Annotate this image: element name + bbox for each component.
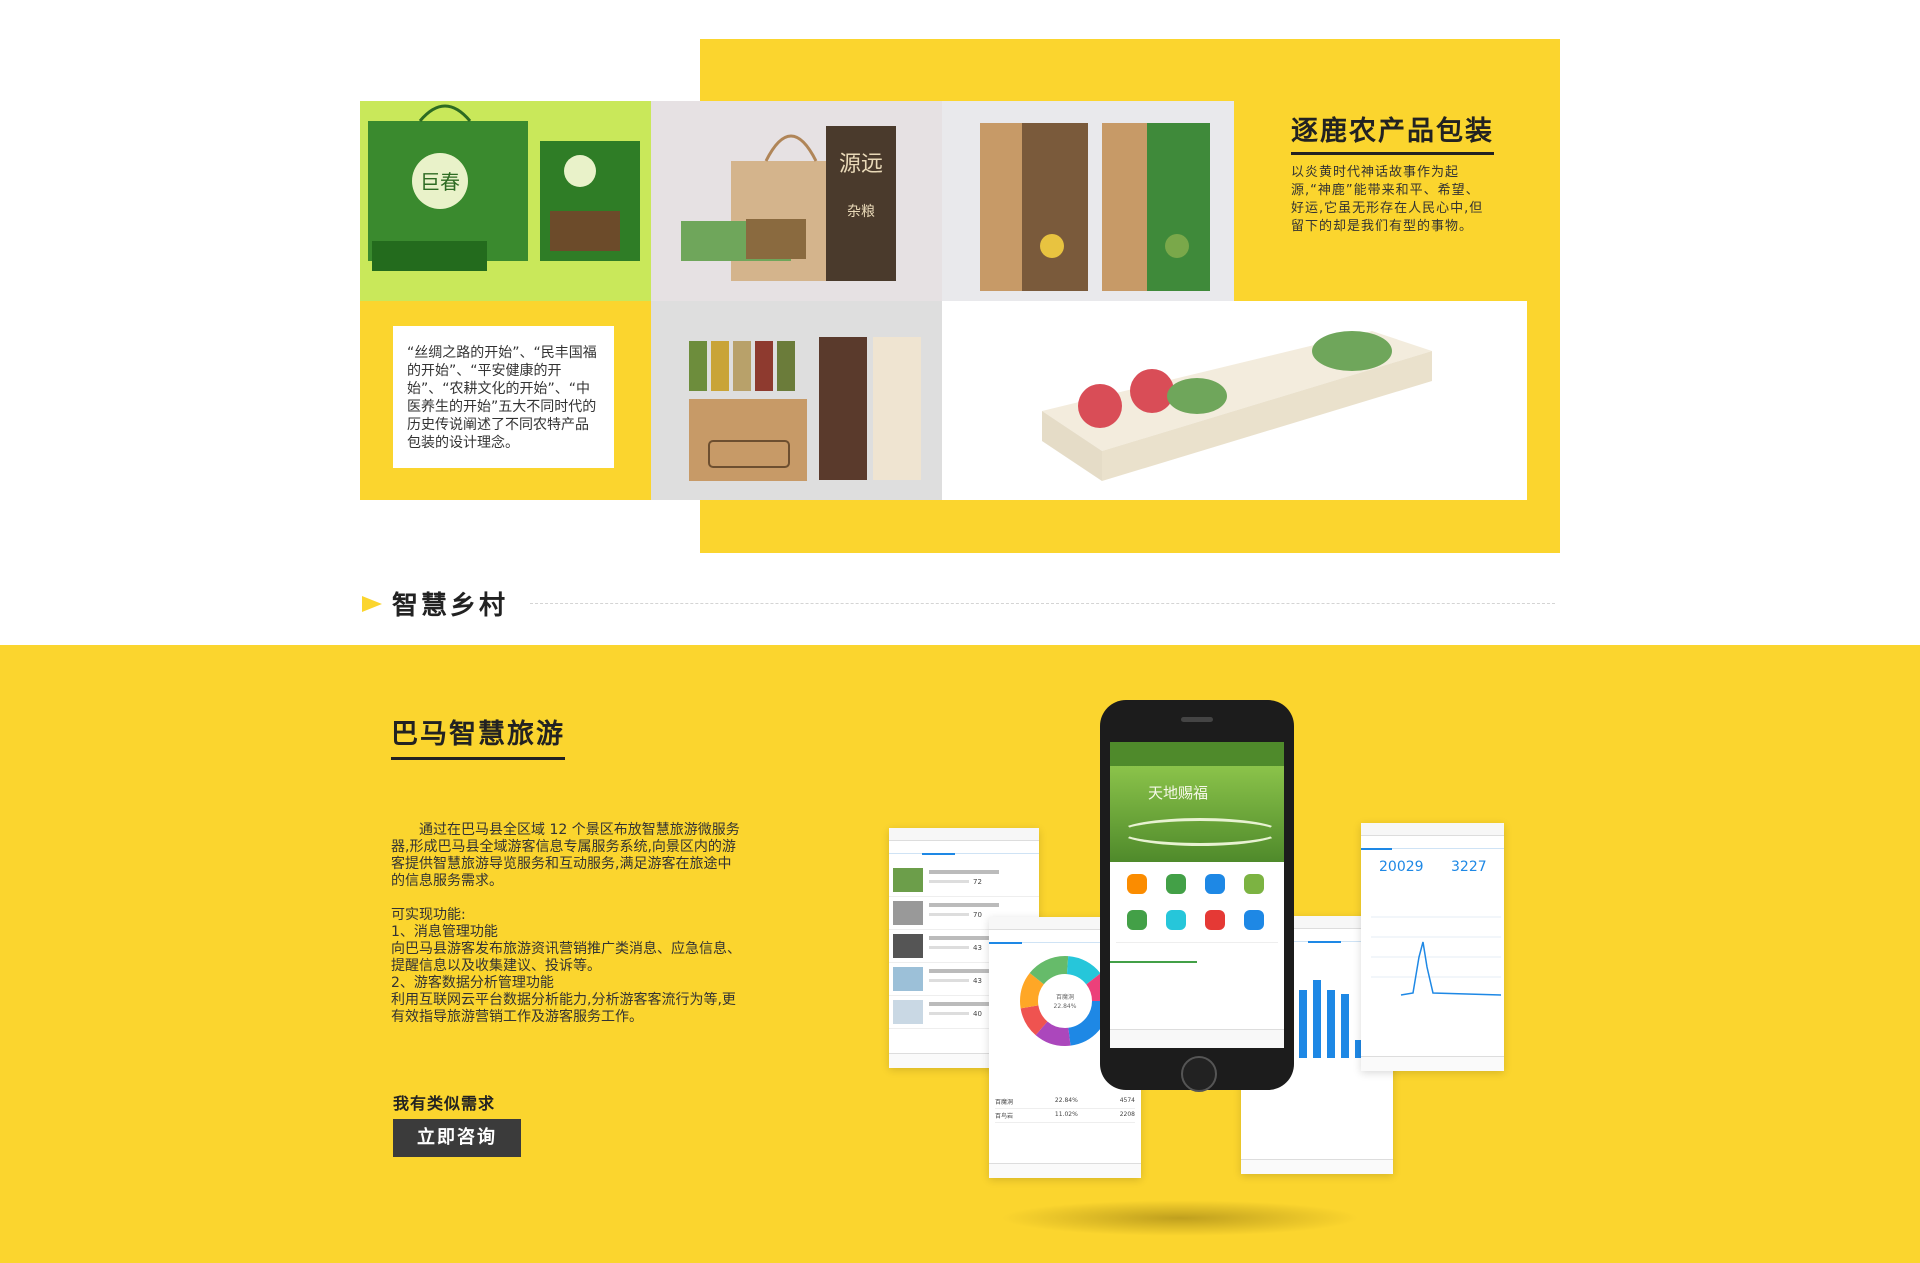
app-icon-grid	[1110, 862, 1284, 942]
app-gift-icon[interactable]	[1244, 874, 1264, 894]
features-heading: 可实现功能:	[391, 907, 466, 923]
box-brand-label-b: 源远	[839, 152, 883, 177]
app-banner-text: 天地赐福	[1148, 784, 1209, 802]
list-num-3: 43	[973, 944, 982, 952]
pie-row-name: 百魔洞	[995, 1099, 1014, 1106]
feature2-desc: 利用互联网云平台数据分析能力,分析游客客流行为等,更有效指导旅游营销工作及游客服…	[391, 992, 736, 1025]
pie-table-row: 百鸟岩 11.02% 2208	[995, 1109, 1135, 1123]
pie-row-name: 百鸟岩	[995, 1113, 1014, 1120]
pie-row-pct: 11.02%	[1054, 1111, 1078, 1118]
list-num-2: 70	[973, 911, 982, 919]
realtime-line-chart	[1371, 916, 1502, 996]
list-num-4: 43	[973, 977, 982, 985]
app-intro-icon[interactable]	[1127, 874, 1147, 894]
tourism-intro: 通过在巴马县全区域 12 个景区布放智慧旅游微服务器,形成巴马县全域游客信息专属…	[391, 822, 740, 889]
app-guide-icon[interactable]	[1166, 874, 1186, 894]
list-num-5: 40	[973, 1010, 982, 1018]
phone-home-button	[1181, 1056, 1217, 1092]
stat-realtime-value: 3227	[1451, 859, 1487, 875]
pie-row-count: 2208	[1119, 1111, 1135, 1118]
phone-speaker	[1181, 717, 1213, 722]
box-type-label: 杂粮	[847, 204, 875, 220]
donut-center-pct: 22.84%	[1054, 1003, 1077, 1010]
app-feedback-icon[interactable]	[1166, 910, 1186, 930]
donut-center-label: 百魔洞	[1056, 993, 1074, 1001]
packaging-photo-grain-packets	[651, 301, 942, 500]
phone-app-screen: 天地赐福	[1110, 742, 1284, 1048]
need-label: 我有类似需求	[393, 1094, 496, 1113]
section-title: 智慧乡村	[392, 591, 509, 621]
app-bottom-nav	[1110, 1029, 1284, 1048]
tourism-title: 巴马智慧旅游	[391, 712, 565, 760]
packaging-description: 以炎黄时代神话故事作为起源,“神鹿”能带来和平、希望、好运,它虽无形存在人民心中…	[1291, 165, 1484, 234]
tourism-description: 通过在巴马县全区域 12 个景区布放智慧旅游微服务器,形成巴马县全域游客信息专属…	[391, 822, 743, 1026]
design-concept-note: “丝绸之路的开始”、“民丰国福的开始”、“平安健康的开始”、“农耕文化的开始”、…	[393, 326, 614, 468]
feature1-title: 1、消息管理功能	[391, 924, 498, 940]
feature2-title: 2、游客数据分析管理功能	[391, 975, 554, 991]
feature1-desc: 向巴马县游客发布旅游资讯营销推广类消息、应急信息、提醒信息以及收集建议、投诉等。	[391, 941, 741, 974]
pie-row-pct: 22.84%	[1054, 1097, 1078, 1104]
app-tools-icon[interactable]	[1205, 874, 1225, 894]
section-arrow-icon	[362, 596, 382, 612]
consult-button[interactable]: 立即咨询	[393, 1119, 521, 1157]
stat-today-value: 20029	[1379, 859, 1424, 875]
design-concept-text: “丝绸之路的开始”、“民丰国福的开始”、“平安健康的开始”、“农耕文化的开始”、…	[407, 345, 597, 451]
packaging-title: 逐鹿农产品包装	[1291, 109, 1494, 155]
packaging-photo-green-gift-box: 巨春	[360, 101, 651, 301]
app-share-icon[interactable]	[1127, 910, 1147, 930]
packaging-photo-twin-boxes	[942, 101, 1234, 301]
box-brand-label-a: 巨春	[420, 170, 460, 194]
screen-realtime-stats: 20029 3227	[1361, 823, 1504, 1071]
list-num-1: 72	[973, 878, 982, 886]
app-policy-icon[interactable]	[1205, 910, 1225, 930]
packaging-photo-apple-box	[942, 301, 1527, 500]
pie-row-count: 4574	[1119, 1097, 1135, 1104]
packaging-photo-kraft-bag: 源远 杂粮	[651, 101, 942, 301]
phone-shadow	[1000, 1200, 1360, 1236]
app-heart-icon[interactable]	[1244, 910, 1264, 930]
pie-table-row: 百魔洞 22.84% 4574	[995, 1095, 1135, 1109]
app-banner: 天地赐福	[1110, 766, 1284, 862]
section-divider	[530, 603, 1555, 604]
